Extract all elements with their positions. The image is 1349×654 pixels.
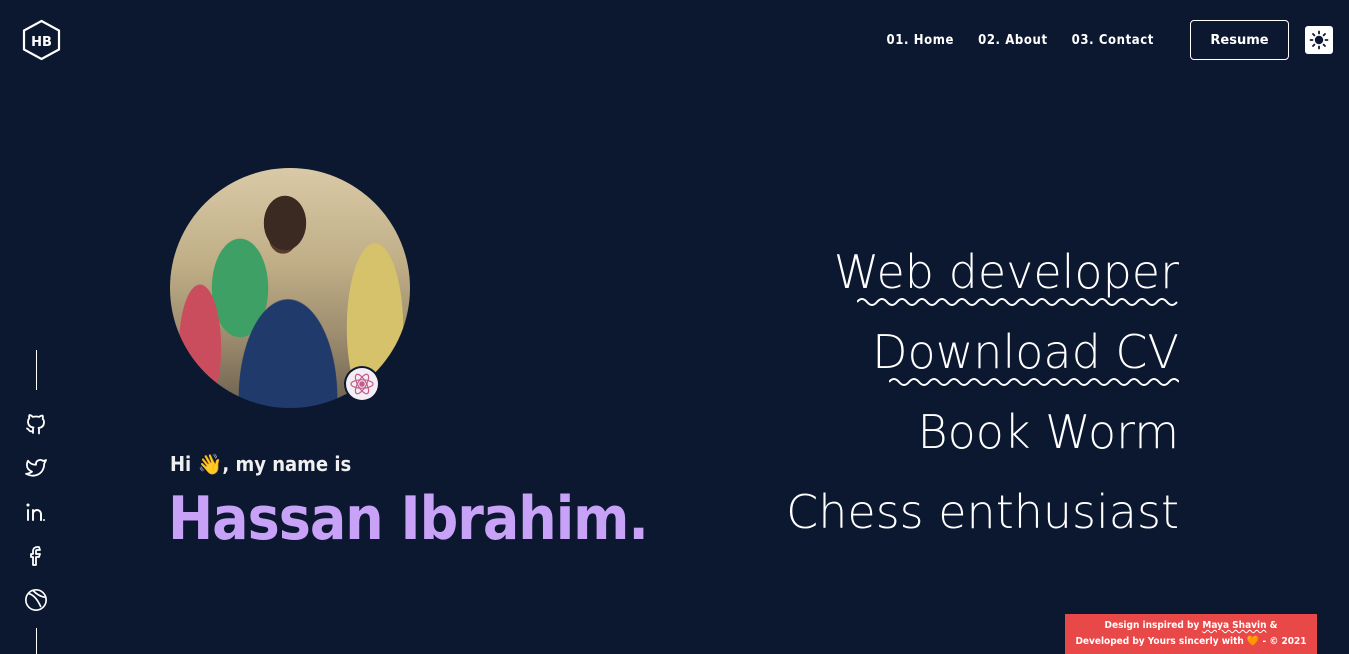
social-sidebar [20,350,52,654]
role-book-worm: Book Worm [786,392,1179,472]
role-download-cv-link[interactable]: Download CV [786,312,1179,392]
facebook-link[interactable] [24,544,48,568]
credit-banner: Design inspired by Maya Shavin & Develop… [1065,614,1317,654]
sun-icon [1309,30,1329,50]
nav-link-contact[interactable]: 03. Contact [1072,33,1154,48]
wavy-underline [889,378,1179,386]
waving-hand-emoji: 👋 [197,452,223,476]
credit-line-1: Design inspired by Maya Shavin & [1065,618,1317,634]
role-label: Book Worm [917,405,1179,459]
heart-emoji: 🧡 [1246,636,1260,647]
dev-icon [25,589,47,611]
react-icon [350,373,374,395]
linkedin-icon [26,503,45,521]
author-link[interactable]: Maya Shavin [1202,620,1266,631]
role-chess-enthusiast: Chess enthusiast [786,472,1179,552]
dev-link[interactable] [24,588,48,612]
nav-link-home[interactable]: 01. Home [887,33,955,48]
twitter-link[interactable] [24,456,48,480]
credit-text: Design inspired by [1104,620,1203,631]
credit-text: & [1266,620,1278,631]
twitter-icon [25,459,47,477]
roles-list: Web developer Download CV Book Worm Ches… [786,232,1179,552]
facebook-icon [30,546,41,566]
github-link[interactable] [24,412,48,436]
role-label: Web developer [833,245,1179,299]
greeting: Hi 👋, my name is [170,452,351,476]
greeting-prefix: Hi [170,452,198,476]
logo[interactable]: HB [21,19,62,61]
nav-link-about[interactable]: 02. About [978,33,1048,48]
wavy-underline [857,298,1178,306]
top-nav: 01. Home 02. About 03. Contact Resume [887,20,1333,60]
hero-name: Hassan Ibrahim. [168,484,649,554]
role-label: Download CV [872,325,1179,379]
svg-text:HB: HB [31,35,52,50]
role-label: Chess enthusiast [786,485,1179,539]
theme-toggle-button[interactable] [1305,26,1333,54]
resume-button[interactable]: Resume [1190,20,1289,60]
github-icon [26,414,45,435]
credit-text: Developed by Yours sincerly with [1075,636,1247,647]
linkedin-link[interactable] [24,500,48,524]
divider-line [35,628,37,654]
credit-text: - © 2021 [1259,636,1307,647]
divider-line [35,350,37,390]
hexagon-logo-icon: HB [22,19,61,61]
role-web-developer-link[interactable]: Web developer [786,232,1179,312]
credit-line-2: Developed by Yours sincerly with 🧡 - © 2… [1065,634,1317,650]
greeting-suffix: , my name is [222,452,352,476]
react-badge [346,368,378,400]
